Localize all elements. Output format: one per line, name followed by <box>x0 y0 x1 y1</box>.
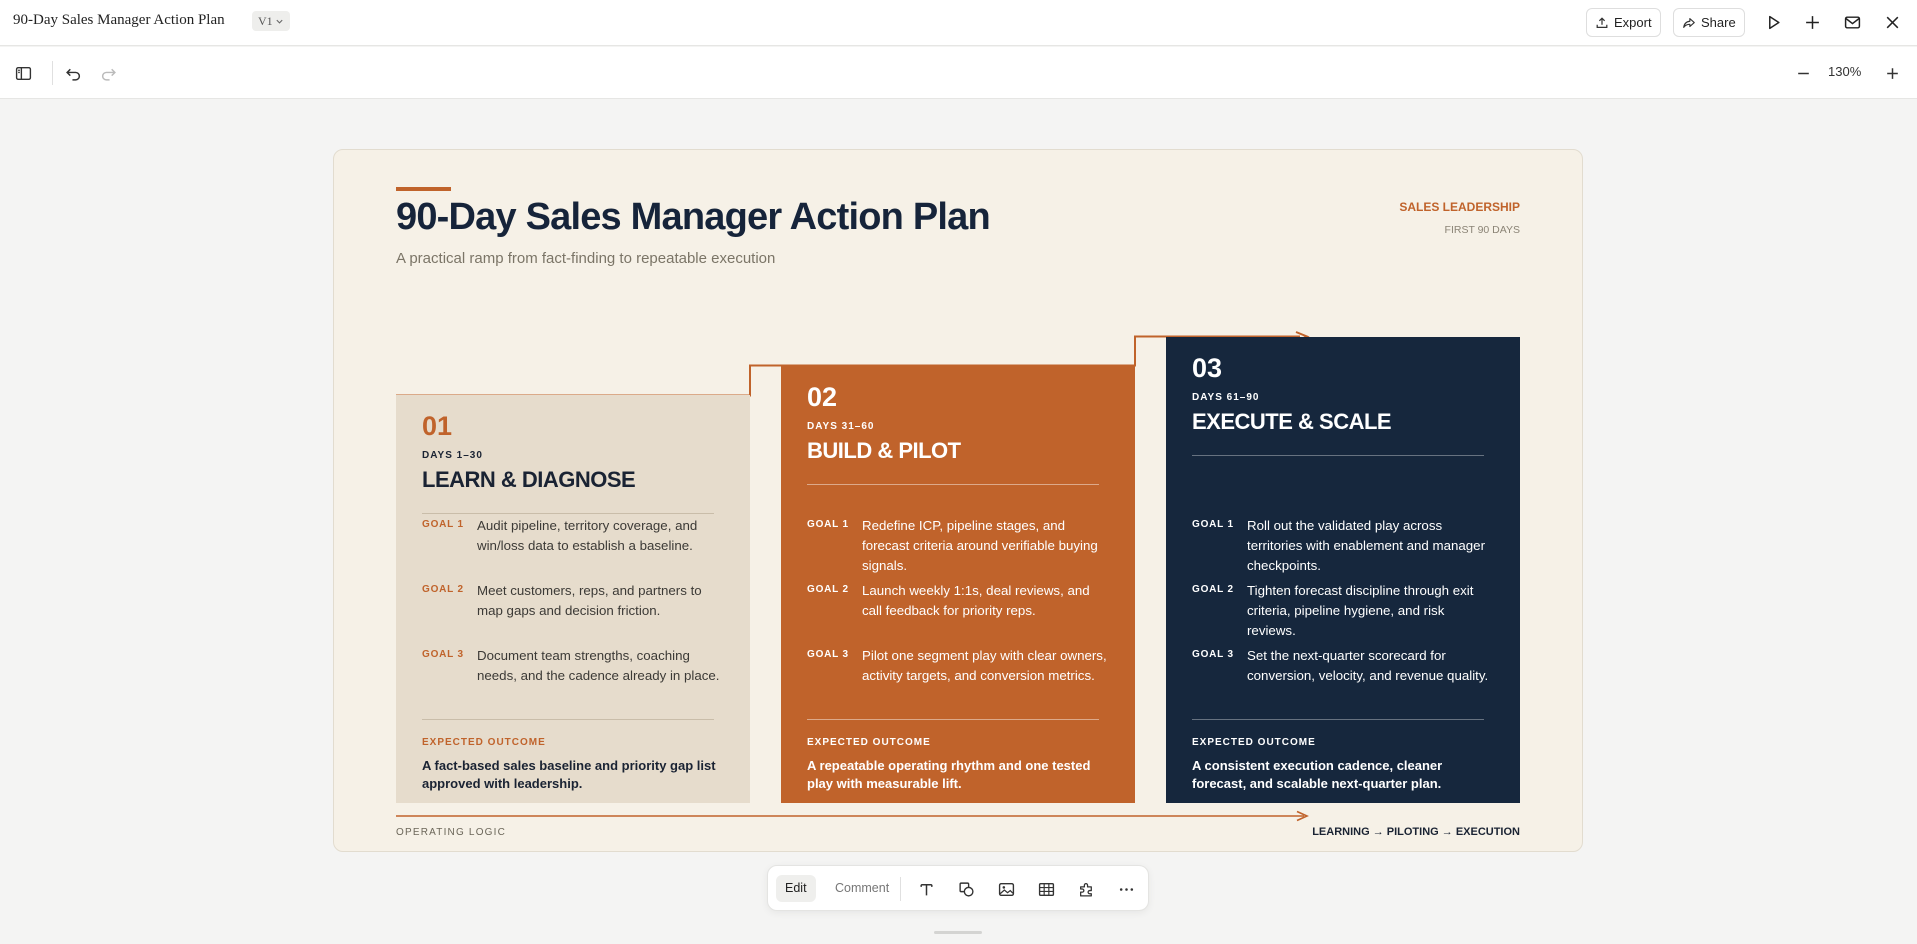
phase-number: 03 <box>1192 353 1223 383</box>
outcome-text: A repeatable operating rhythm and one te… <box>807 758 1091 791</box>
zoom-out-button[interactable] <box>1792 62 1814 84</box>
phase-days: DAYS 61–90 <box>1192 392 1260 403</box>
export-button[interactable]: Export <box>1586 8 1661 37</box>
play-icon <box>1768 15 1780 29</box>
goal-label: GOAL 1 <box>807 519 849 530</box>
outcome-divider <box>807 719 1099 720</box>
toggle-sidebar-button[interactable] <box>12 62 34 84</box>
zoom-in-button[interactable] <box>1881 62 1903 84</box>
phase-divider <box>807 484 1099 485</box>
plugin-tool-button[interactable] <box>1075 878 1097 900</box>
minus-icon <box>1797 72 1809 74</box>
close-icon <box>1886 16 1898 28</box>
footer-right-label[interactable]: LEARNING → PILOTING → EXECUTION <box>1312 826 1520 838</box>
goal-label: GOAL 1 <box>422 519 464 530</box>
text-icon <box>919 883 933 895</box>
shape-tool-button[interactable] <box>955 878 977 900</box>
redo-button[interactable] <box>97 62 119 84</box>
goal-text: Tighten forecast discipline through exit… <box>1247 583 1474 638</box>
goal-text: Document team strengths, coaching needs,… <box>477 648 720 683</box>
phase-title: BUILD & PILOT <box>807 438 961 463</box>
mail-icon <box>1844 15 1860 29</box>
close-button[interactable] <box>1881 11 1903 33</box>
phase-card-3[interactable]: 03 DAYS 61–90 EXECUTE & SCALE GOAL 1 Rol… <box>1166 337 1520 803</box>
more-horizontal-icon <box>1119 887 1133 891</box>
share-label: Share <box>1701 15 1736 30</box>
goal-text: Pilot one segment play with clear owners… <box>862 648 1107 683</box>
outcome-divider <box>1192 719 1484 720</box>
toolbar-divider <box>52 61 53 85</box>
zoom-level[interactable]: 130% <box>1828 64 1861 79</box>
outcome-text: A consistent execution cadence, cleaner … <box>1192 758 1443 791</box>
chevron-down-icon <box>276 19 283 24</box>
phase-days: DAYS 1–30 <box>422 450 483 461</box>
table-tool-button[interactable] <box>1035 878 1057 900</box>
share-icon <box>1683 17 1695 28</box>
share-button[interactable]: Share <box>1673 8 1745 37</box>
phase-divider <box>422 513 714 514</box>
goal-text: Meet customers, reps, and partners to ma… <box>477 583 702 618</box>
shapes-icon <box>958 881 974 897</box>
goal-label: GOAL 2 <box>1192 584 1234 595</box>
text-tool-button[interactable] <box>915 878 937 900</box>
version-label: V1 <box>258 14 273 28</box>
more-options-button[interactable] <box>1115 878 1137 900</box>
outcome-divider <box>422 719 714 720</box>
goal-text: Set the next-quarter scorecard for conve… <box>1247 648 1489 683</box>
table-icon <box>1038 882 1054 896</box>
add-button[interactable] <box>1801 11 1823 33</box>
phase-card-2[interactable]: 02 DAYS 31–60 BUILD & PILOT GOAL 1 Redef… <box>781 366 1135 803</box>
goal-text: Audit pipeline, territory coverage, and … <box>477 518 698 553</box>
play-button[interactable] <box>1762 11 1784 33</box>
outcome-text: A fact-based sales baseline and priority… <box>422 758 716 791</box>
goal-label: GOAL 3 <box>807 649 849 660</box>
footer-left-label[interactable]: OPERATING LOGIC <box>396 827 506 838</box>
canvas-toolbar: 130% <box>0 47 1917 99</box>
mail-button[interactable] <box>1841 11 1863 33</box>
sidebar-icon <box>15 66 31 80</box>
toolbar-divider <box>900 877 901 901</box>
goal-text: Redefine ICP, pipeline stages, and forec… <box>862 518 1098 573</box>
phase-divider <box>1192 455 1484 456</box>
goal-text: Roll out the validated play across terri… <box>1247 518 1485 573</box>
outcome-label: EXPECTED OUTCOME <box>422 737 546 748</box>
undo-button[interactable] <box>62 62 84 84</box>
edit-mode-button[interactable]: Edit <box>776 875 816 902</box>
goal-label: GOAL 3 <box>422 649 464 660</box>
bottom-edit-toolbar: Edit Comment <box>767 865 1149 911</box>
document-title[interactable]: 90-Day Sales Manager Action Plan <box>13 12 225 29</box>
image-icon <box>998 882 1014 896</box>
plus-icon <box>1886 67 1898 79</box>
phase-title: EXECUTE & SCALE <box>1192 409 1392 434</box>
undo-icon <box>65 68 80 81</box>
outcome-label: EXPECTED OUTCOME <box>1192 737 1316 748</box>
outcome-label: EXPECTED OUTCOME <box>807 737 931 748</box>
phase-number: 02 <box>807 382 838 412</box>
puzzle-icon <box>1079 882 1092 897</box>
phase-title: LEARN & DIAGNOSE <box>422 467 636 492</box>
image-tool-button[interactable] <box>995 878 1017 900</box>
redo-icon <box>101 68 116 81</box>
goal-text: Launch weekly 1:1s, deal reviews, and ca… <box>862 583 1090 618</box>
top-bar: 90-Day Sales Manager Action Plan V1 Expo… <box>0 0 1917 46</box>
phase-number: 01 <box>422 411 453 441</box>
slide-canvas[interactable]: 90-Day Sales Manager Action Plan A pract… <box>333 149 1583 852</box>
phase-card-1[interactable]: 01 DAYS 1–30 LEARN & DIAGNOSE GOAL 1 Aud… <box>396 395 750 803</box>
comment-mode-button[interactable]: Comment <box>826 875 898 902</box>
goal-label: GOAL 1 <box>1192 519 1234 530</box>
goal-label: GOAL 2 <box>807 584 849 595</box>
goal-label: GOAL 3 <box>1192 649 1234 660</box>
upload-icon <box>1596 16 1608 28</box>
version-dropdown[interactable]: V1 <box>252 11 290 31</box>
resize-handle[interactable] <box>934 931 982 934</box>
phase-days: DAYS 31–60 <box>807 421 875 432</box>
export-label: Export <box>1614 15 1652 30</box>
goal-label: GOAL 2 <box>422 584 464 595</box>
plus-icon <box>1805 15 1819 29</box>
